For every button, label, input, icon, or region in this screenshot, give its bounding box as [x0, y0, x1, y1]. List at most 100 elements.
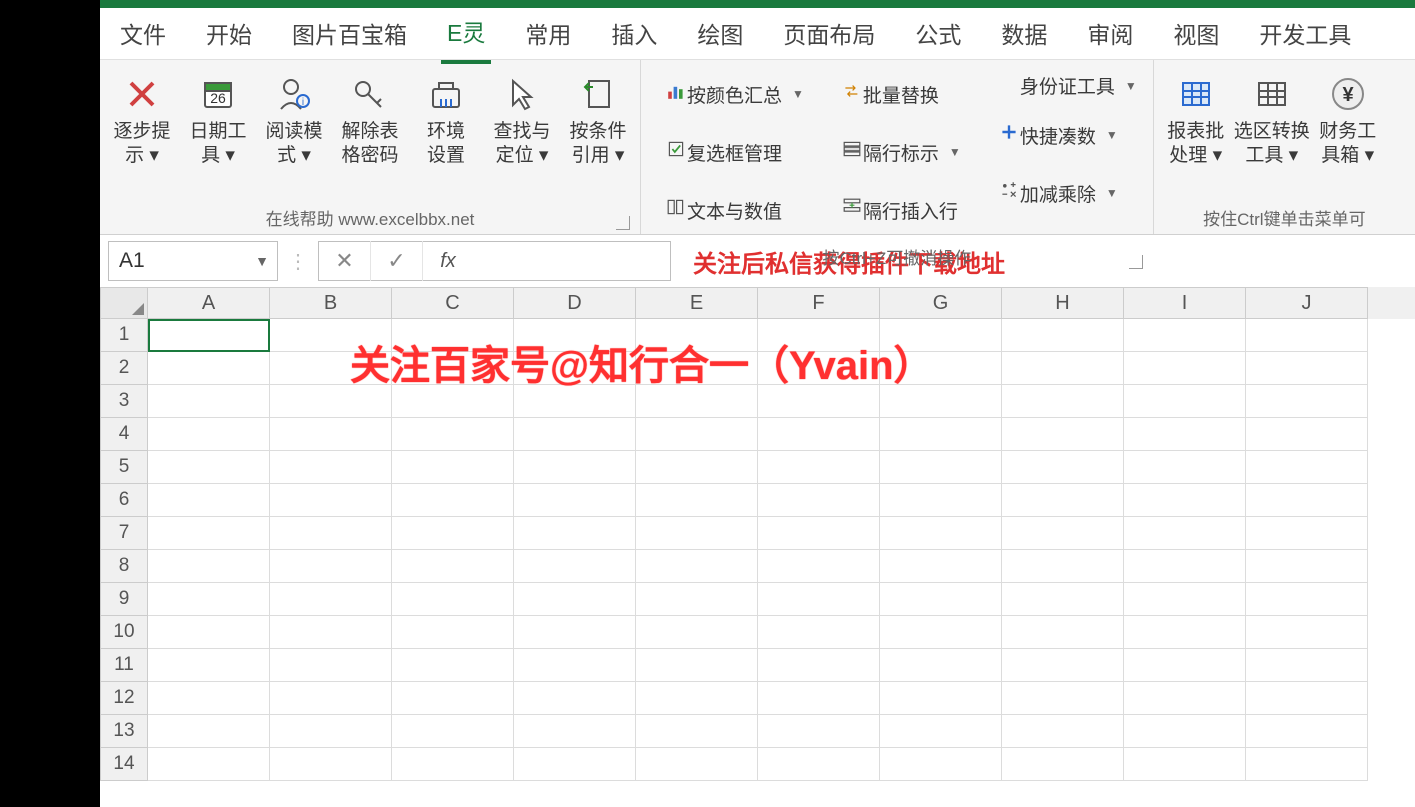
cell-H10[interactable]: [1002, 616, 1124, 649]
cell-A13[interactable]: [148, 715, 270, 748]
command-身份证工具[interactable]: 身份证工具▼: [988, 68, 1139, 103]
cell-F5[interactable]: [758, 451, 880, 484]
cell-C5[interactable]: [392, 451, 514, 484]
dialog-launcher-icon[interactable]: [616, 216, 630, 230]
cell-D13[interactable]: [514, 715, 636, 748]
cell-G10[interactable]: [880, 616, 1002, 649]
cell-E4[interactable]: [636, 418, 758, 451]
cell-F8[interactable]: [758, 550, 880, 583]
cell-J11[interactable]: [1246, 649, 1368, 682]
cell-C8[interactable]: [392, 550, 514, 583]
cell-G8[interactable]: [880, 550, 1002, 583]
cell-E13[interactable]: [636, 715, 758, 748]
cell-D12[interactable]: [514, 682, 636, 715]
cell-J10[interactable]: [1246, 616, 1368, 649]
cell-G9[interactable]: [880, 583, 1002, 616]
cell-C4[interactable]: [392, 418, 514, 451]
cell-J13[interactable]: [1246, 715, 1368, 748]
cell-H2[interactable]: [1002, 352, 1124, 385]
cell-D4[interactable]: [514, 418, 636, 451]
command-批量替换[interactable]: 批量替换: [831, 68, 963, 120]
cell-G2[interactable]: [880, 352, 1002, 385]
cell-I6[interactable]: [1124, 484, 1246, 517]
cell-C2[interactable]: [392, 352, 514, 385]
select-all-corner[interactable]: [100, 287, 148, 319]
command-x-red[interactable]: 逐步提 示 ▾: [106, 64, 178, 172]
more-icon[interactable]: ⋮: [288, 249, 308, 274]
col-header-C[interactable]: C: [392, 287, 514, 319]
cell-J5[interactable]: [1246, 451, 1368, 484]
command-yen[interactable]: ¥财务工 具箱 ▾: [1312, 64, 1384, 172]
cell-A12[interactable]: [148, 682, 270, 715]
tab-文件[interactable]: 文件: [114, 6, 172, 62]
name-box[interactable]: A1▼: [108, 241, 278, 281]
cell-I1[interactable]: [1124, 319, 1246, 352]
cell-F12[interactable]: [758, 682, 880, 715]
cell-D11[interactable]: [514, 649, 636, 682]
cell-H12[interactable]: [1002, 682, 1124, 715]
cell-A5[interactable]: [148, 451, 270, 484]
cell-E14[interactable]: [636, 748, 758, 781]
chevron-down-icon[interactable]: ▼: [255, 253, 269, 269]
col-header-D[interactable]: D: [514, 287, 636, 319]
cell-C11[interactable]: [392, 649, 514, 682]
cell-D2[interactable]: [514, 352, 636, 385]
worksheet[interactable]: ABCDEFGHIJ 1234567891011121314 关注百家号@知行合…: [100, 287, 1415, 807]
cell-D6[interactable]: [514, 484, 636, 517]
cell-F14[interactable]: [758, 748, 880, 781]
cell-B14[interactable]: [270, 748, 392, 781]
cell-I13[interactable]: [1124, 715, 1246, 748]
cell-A10[interactable]: [148, 616, 270, 649]
cell-A7[interactable]: [148, 517, 270, 550]
cell-I3[interactable]: [1124, 385, 1246, 418]
cell-G12[interactable]: [880, 682, 1002, 715]
command-person[interactable]: i阅读模 式 ▾: [258, 64, 330, 172]
cell-B8[interactable]: [270, 550, 392, 583]
row-header-1[interactable]: 1: [100, 319, 148, 352]
col-header-E[interactable]: E: [636, 287, 758, 319]
cell-D5[interactable]: [514, 451, 636, 484]
cell-D1[interactable]: [514, 319, 636, 352]
cell-C7[interactable]: [392, 517, 514, 550]
cell-D10[interactable]: [514, 616, 636, 649]
cell-J14[interactable]: [1246, 748, 1368, 781]
cell-B9[interactable]: [270, 583, 392, 616]
cell-D7[interactable]: [514, 517, 636, 550]
command-key[interactable]: 解除表 格密码: [334, 64, 406, 172]
cell-H14[interactable]: [1002, 748, 1124, 781]
row-header-14[interactable]: 14: [100, 748, 148, 781]
row-header-13[interactable]: 13: [100, 715, 148, 748]
cell-E5[interactable]: [636, 451, 758, 484]
col-header-J[interactable]: J: [1246, 287, 1368, 319]
cell-C13[interactable]: [392, 715, 514, 748]
cell-B4[interactable]: [270, 418, 392, 451]
cell-G7[interactable]: [880, 517, 1002, 550]
cell-I7[interactable]: [1124, 517, 1246, 550]
col-header-A[interactable]: A: [148, 287, 270, 319]
cell-A4[interactable]: [148, 418, 270, 451]
cell-H4[interactable]: [1002, 418, 1124, 451]
cell-C3[interactable]: [392, 385, 514, 418]
command-calendar[interactable]: 26日期工 具 ▾: [182, 64, 254, 172]
cell-C14[interactable]: [392, 748, 514, 781]
row-header-2[interactable]: 2: [100, 352, 148, 385]
cell-B5[interactable]: [270, 451, 392, 484]
cell-E12[interactable]: [636, 682, 758, 715]
cell-A14[interactable]: [148, 748, 270, 781]
cell-H3[interactable]: [1002, 385, 1124, 418]
command-cursor[interactable]: 查找与 定位 ▾: [486, 64, 558, 172]
enter-icon[interactable]: ✓: [371, 241, 423, 281]
cell-E1[interactable]: [636, 319, 758, 352]
cell-J7[interactable]: [1246, 517, 1368, 550]
cell-I10[interactable]: [1124, 616, 1246, 649]
cell-B1[interactable]: [270, 319, 392, 352]
tab-数据[interactable]: 数据: [995, 6, 1053, 62]
row-header-10[interactable]: 10: [100, 616, 148, 649]
cell-G6[interactable]: [880, 484, 1002, 517]
cell-H6[interactable]: [1002, 484, 1124, 517]
command-按颜色汇总[interactable]: 按颜色汇总▼: [655, 68, 806, 120]
fx-icon[interactable]: fx: [423, 250, 473, 273]
tab-常用[interactable]: 常用: [519, 6, 577, 62]
cell-D9[interactable]: [514, 583, 636, 616]
cell-J1[interactable]: [1246, 319, 1368, 352]
